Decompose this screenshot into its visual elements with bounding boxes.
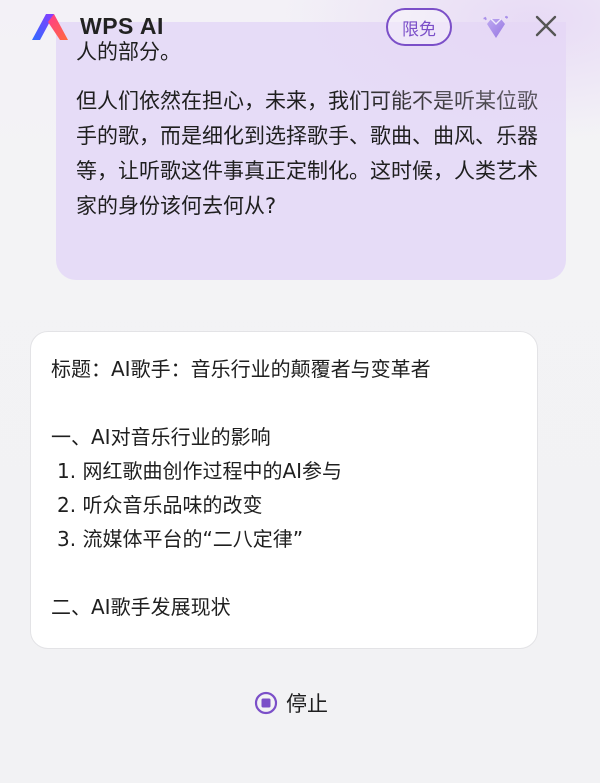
section-heading: 二、AI歌手发展现状	[51, 595, 231, 619]
list-item: 2. 听众音乐品味的改变	[57, 493, 263, 517]
wps-ai-panel: WPS AI 限免 人的部分。 但人们依然在担心，未来，我们可能不是听某位歌手的…	[0, 0, 600, 783]
user-message-text: 但人们依然在担心，未来，我们可能不是听某位歌手的歌，而是细化到选择歌手、歌曲、曲…	[76, 89, 538, 218]
free-badge-button[interactable]: 限免	[386, 8, 452, 46]
section-heading: 一、AI对音乐行业的影响	[51, 425, 271, 449]
stop-label: 停止	[286, 692, 328, 716]
chat-area: 人的部分。 但人们依然在担心，未来，我们可能不是听某位歌手的歌，而是细化到选择歌…	[0, 22, 600, 783]
close-icon[interactable]	[533, 13, 559, 39]
list-item: 1. 网红歌曲创作过程中的AI参与	[57, 459, 343, 483]
ai-response-card: 标题：AI歌手：音乐行业的颠覆者与变革者 一、AI对音乐行业的影响 1. 网红歌…	[30, 331, 538, 649]
list-item: 3. 流媒体平台的“二八定律”	[57, 527, 304, 551]
wps-ai-logo-icon	[32, 14, 68, 40]
gem-icon[interactable]	[482, 14, 510, 40]
stop-button[interactable]: 停止	[254, 688, 328, 718]
app-title: WPS AI	[80, 13, 164, 39]
header: WPS AI 限免	[0, 0, 600, 62]
ai-response-title: 标题：AI歌手：音乐行业的颠覆者与变革者	[51, 357, 431, 381]
stop-icon	[254, 691, 278, 715]
